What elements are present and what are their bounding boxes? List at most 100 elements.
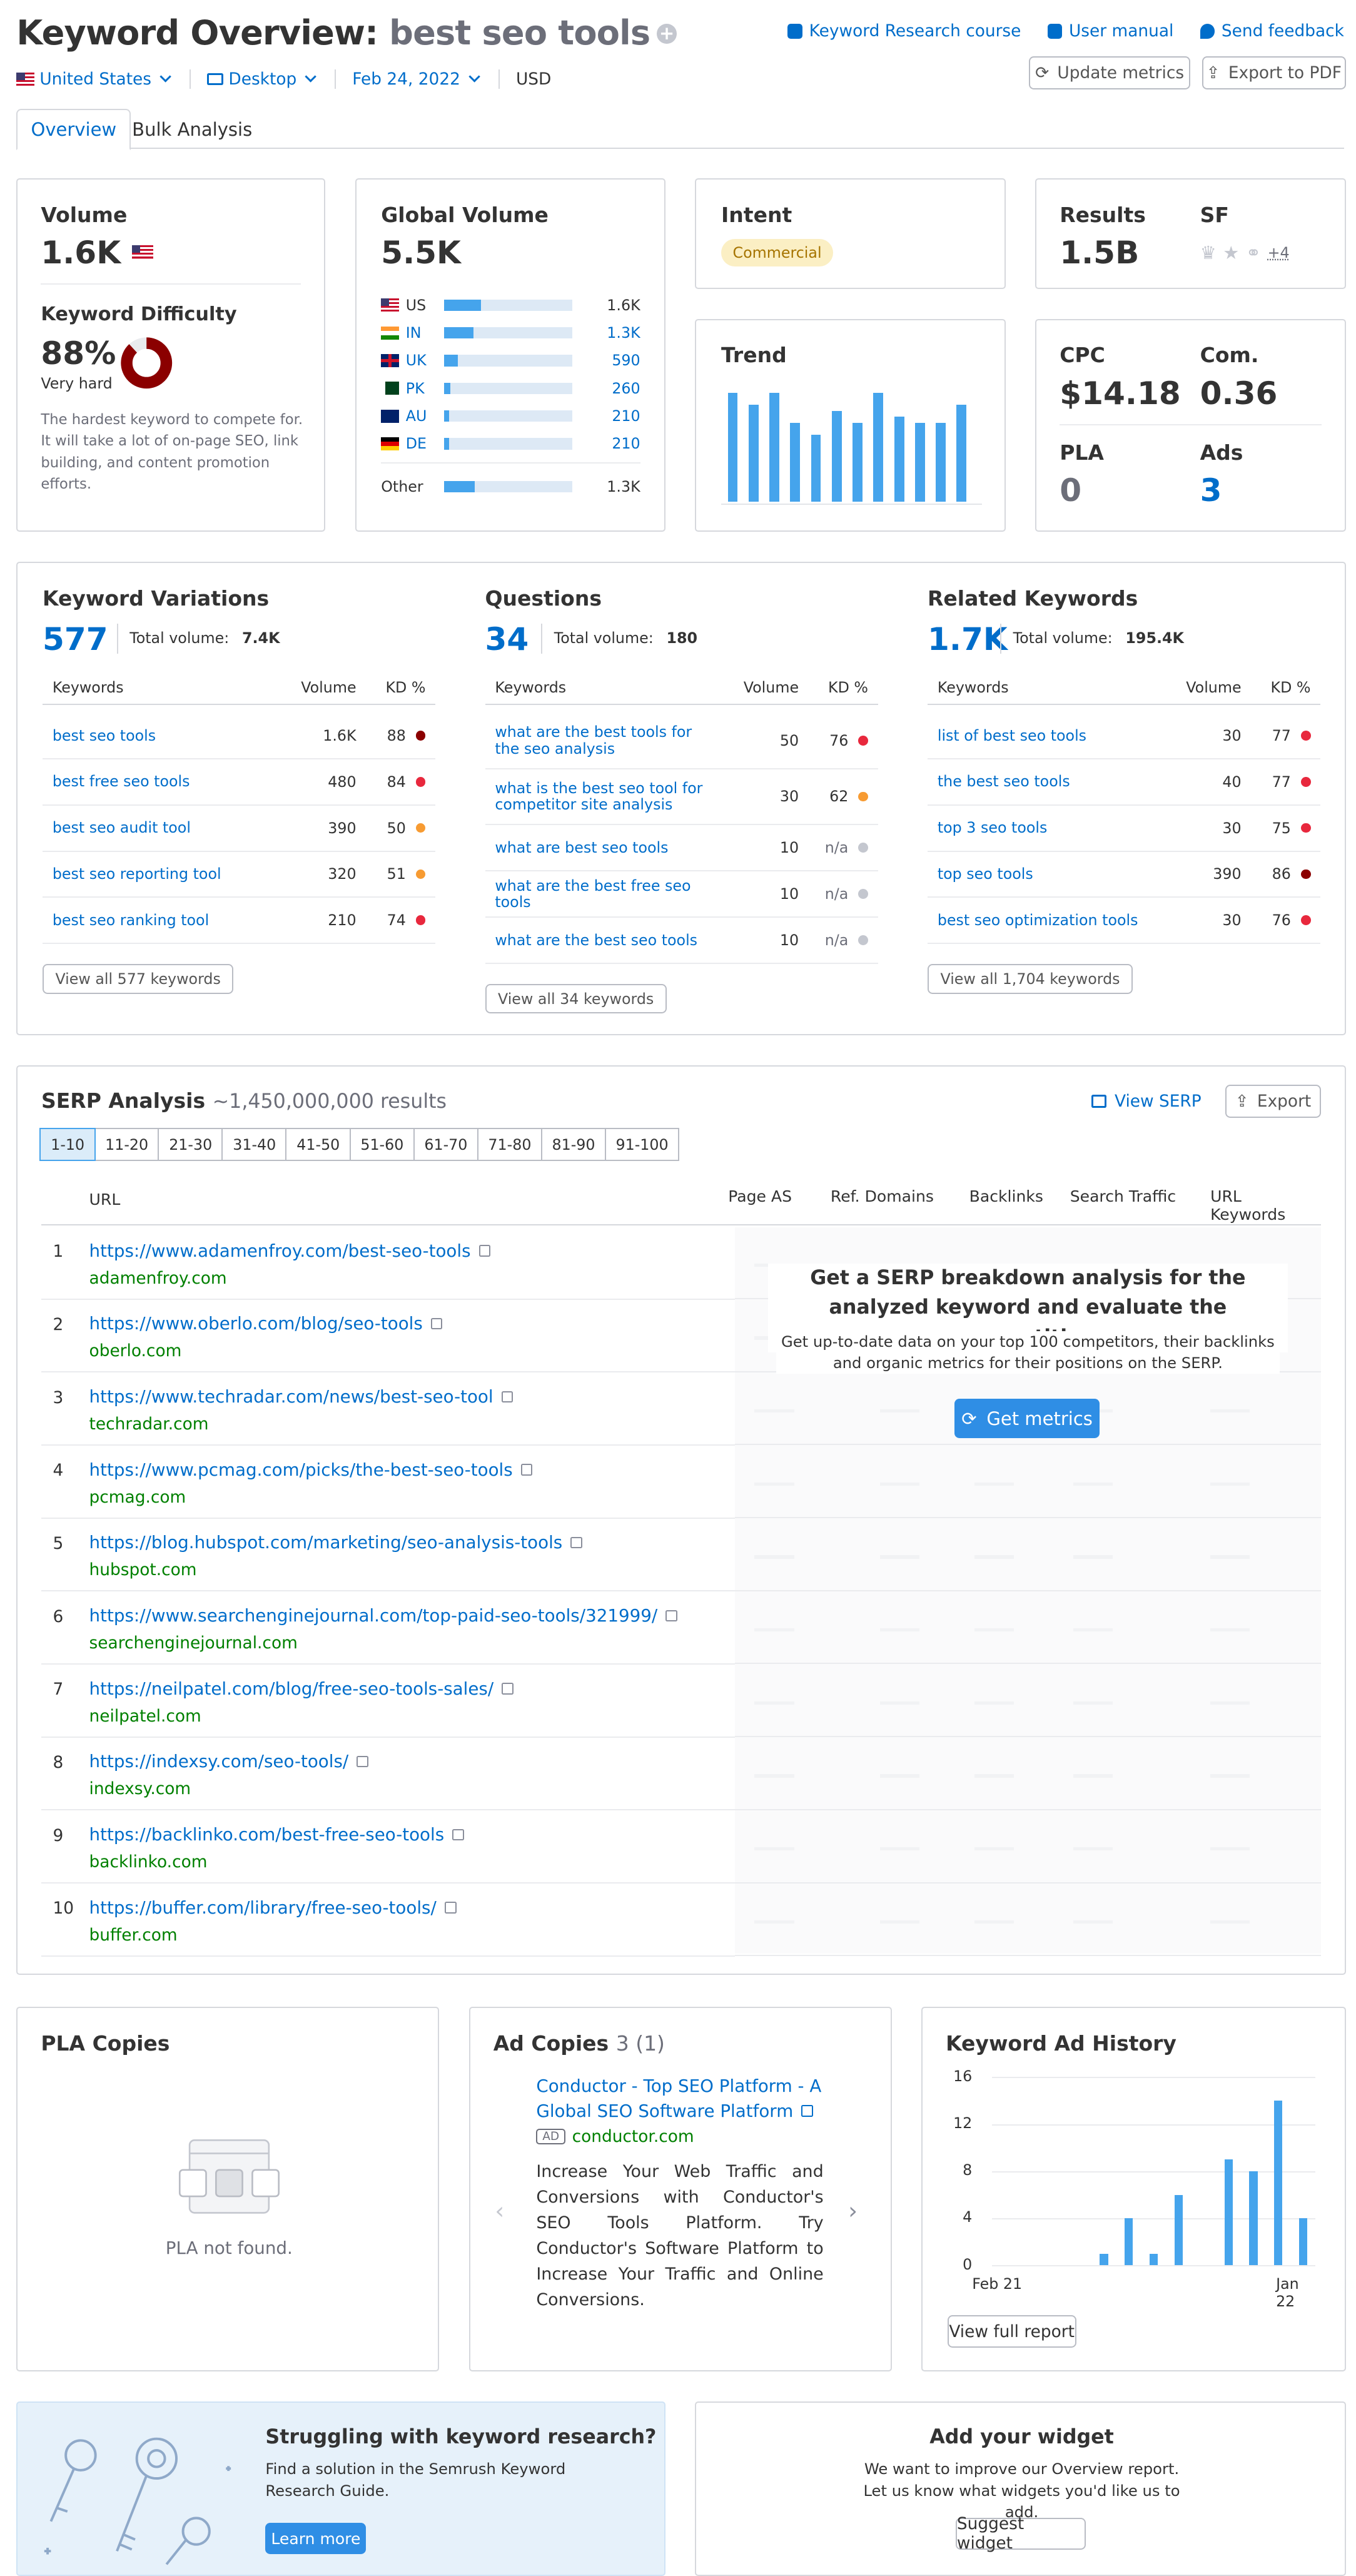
page-1-10[interactable]: 1-10 bbox=[39, 1128, 96, 1161]
tab-overview[interactable]: Overview bbox=[16, 109, 131, 151]
page-41-50[interactable]: 41-50 bbox=[285, 1128, 352, 1161]
ads-value[interactable]: 3 bbox=[1200, 472, 1222, 509]
page-91-100[interactable]: 91-100 bbox=[604, 1128, 680, 1161]
external-link-icon[interactable] bbox=[570, 1536, 582, 1549]
country-code[interactable]: UK bbox=[406, 352, 427, 369]
keyword-link[interactable]: best seo ranking tool bbox=[43, 912, 290, 928]
keyword-link[interactable]: what are the best seo tools bbox=[485, 932, 733, 948]
country-volume[interactable]: 260 bbox=[612, 380, 640, 397]
page-51-60[interactable]: 51-60 bbox=[349, 1128, 415, 1161]
keyword-link[interactable]: best seo optimization tools bbox=[928, 912, 1175, 928]
placeholder-line bbox=[880, 1701, 920, 1705]
variations-count[interactable]: 577 bbox=[43, 621, 108, 657]
serp-url-link[interactable]: https://neilpatel.com/blog/free-seo-tool… bbox=[89, 1678, 514, 1699]
external-link-icon[interactable] bbox=[501, 1391, 514, 1402]
feedback-link[interactable]: Send feedback bbox=[1200, 21, 1344, 41]
keyword-link[interactable]: what are the best free seo tools bbox=[485, 878, 733, 911]
add-keyword-icon[interactable]: + bbox=[656, 23, 677, 44]
country-code[interactable]: AU bbox=[406, 407, 427, 425]
external-link-icon[interactable] bbox=[665, 1610, 677, 1622]
serp-url-link[interactable]: https://www.oberlo.com/blog/seo-tools bbox=[89, 1313, 443, 1334]
difficulty-dot-icon bbox=[1300, 823, 1311, 833]
sf-more[interactable]: +4 bbox=[1268, 244, 1290, 261]
manual-link[interactable]: User manual bbox=[1047, 21, 1173, 41]
external-link-icon[interactable] bbox=[445, 1902, 457, 1914]
ad-text: Increase Your Web Traffic and Conversion… bbox=[536, 2162, 824, 2310]
external-link-icon[interactable] bbox=[357, 1755, 368, 1768]
difficulty-dot-icon bbox=[415, 730, 426, 741]
external-link-icon[interactable] bbox=[452, 1828, 464, 1841]
external-link-icon[interactable] bbox=[520, 1464, 533, 1476]
country-code[interactable]: IN bbox=[406, 324, 422, 342]
share-bar-fill bbox=[443, 327, 473, 339]
suggest-widget-button[interactable]: Suggest widget bbox=[955, 2514, 1086, 2553]
keyword-link[interactable]: best free seo tools bbox=[43, 773, 290, 789]
country-volume[interactable]: 210 bbox=[612, 435, 640, 452]
serp-url-link[interactable]: https://www.searchenginejournal.com/top-… bbox=[89, 1605, 677, 1626]
country-volume[interactable]: 1.3K bbox=[607, 324, 640, 342]
learn-more-button[interactable]: Learn more bbox=[265, 2523, 367, 2555]
page-31-40[interactable]: 31-40 bbox=[221, 1128, 288, 1161]
serp-position: 4 bbox=[53, 1461, 64, 1481]
database-select[interactable]: United States bbox=[16, 69, 191, 89]
course-link[interactable]: Keyword Research course bbox=[787, 21, 1021, 41]
date-select[interactable]: Feb 24, 2022 bbox=[352, 69, 500, 89]
country-code[interactable]: US bbox=[406, 297, 426, 314]
related-view-all-button[interactable]: View all 1,704 keywords bbox=[928, 964, 1133, 994]
country-code[interactable]: DE bbox=[406, 435, 427, 452]
variations-view-all-button[interactable]: View all 577 keywords bbox=[42, 964, 234, 994]
update-metrics-button[interactable]: ⟳ Update metrics bbox=[1028, 56, 1191, 89]
row-divider bbox=[734, 1663, 1321, 1664]
keyword-link[interactable]: what is the best seo tool for competitor… bbox=[485, 780, 733, 813]
keyword-link[interactable]: best seo tools bbox=[43, 727, 290, 744]
keyword-link[interactable]: list of best seo tools bbox=[928, 727, 1175, 744]
serp-url-link[interactable]: https://www.techradar.com/news/best-seo-… bbox=[89, 1386, 514, 1407]
keyword-link[interactable]: top seo tools bbox=[928, 866, 1175, 882]
table-header: Keywords Volume KD % bbox=[42, 671, 436, 705]
serp-url-link[interactable]: https://indexsy.com/seo-tools/ bbox=[89, 1751, 368, 1772]
view-serp-link[interactable]: View SERP bbox=[1091, 1092, 1202, 1111]
export-pdf-button[interactable]: ⇪ Export to PDF bbox=[1202, 56, 1346, 89]
view-full-report-button[interactable]: View full report bbox=[947, 2315, 1076, 2348]
serp-domain: techradar.com bbox=[89, 1414, 209, 1434]
keyword-link[interactable]: the best seo tools bbox=[928, 773, 1175, 789]
external-link-icon[interactable] bbox=[502, 1683, 514, 1695]
tab-bulk-analysis[interactable]: Bulk Analysis bbox=[119, 109, 265, 150]
keyword-link[interactable]: best seo reporting tool bbox=[43, 866, 290, 882]
related-count[interactable]: 1.7K bbox=[928, 621, 1008, 657]
country-code[interactable]: PK bbox=[406, 380, 425, 397]
page-21-30[interactable]: 21-30 bbox=[158, 1128, 224, 1161]
serp-url-link[interactable]: https://backlinko.com/best-free-seo-tool… bbox=[89, 1824, 464, 1845]
device-select[interactable]: Desktop bbox=[207, 69, 336, 89]
country-volume[interactable]: 590 bbox=[612, 352, 640, 369]
country-volume[interactable]: 210 bbox=[612, 407, 640, 425]
serp-url-link[interactable]: https://blog.hubspot.com/marketing/seo-a… bbox=[89, 1532, 582, 1553]
page-81-90[interactable]: 81-90 bbox=[540, 1128, 607, 1161]
share-bar bbox=[443, 355, 573, 367]
serp-url-link[interactable]: https://buffer.com/library/free-seo-tool… bbox=[89, 1897, 457, 1918]
table-row: what is the best seo tool for competitor… bbox=[485, 769, 878, 826]
questions-count[interactable]: 34 bbox=[485, 621, 529, 657]
keyword-link[interactable]: best seo audit tool bbox=[43, 819, 290, 836]
keyword-link[interactable]: what are best seo tools bbox=[485, 839, 733, 856]
page-61-70[interactable]: 61-70 bbox=[413, 1128, 479, 1161]
table-row: best seo audit tool 390 50 bbox=[42, 806, 436, 852]
external-link-icon[interactable] bbox=[430, 1317, 443, 1330]
prev-arrow-icon[interactable]: ‹ bbox=[495, 2198, 504, 2224]
keyword-link[interactable]: top 3 seo tools bbox=[928, 819, 1175, 836]
serp-url-link[interactable]: https://www.pcmag.com/picks/the-best-seo… bbox=[89, 1459, 533, 1480]
page-71-80[interactable]: 71-80 bbox=[477, 1128, 543, 1161]
serp-export-button[interactable]: ⇪ Export bbox=[1225, 1085, 1321, 1118]
page-11-20[interactable]: 11-20 bbox=[94, 1128, 159, 1161]
trend-bar bbox=[831, 410, 842, 502]
keyword-link[interactable]: what are the best tools for the seo anal… bbox=[485, 724, 733, 757]
flag-icon bbox=[381, 409, 400, 423]
ad-title-link[interactable]: Conductor - Top SEO Platform - A Global … bbox=[536, 2074, 830, 2123]
top-links: Keyword Research course User manual Send… bbox=[787, 21, 1344, 41]
questions-view-all-button[interactable]: View all 34 keywords bbox=[485, 983, 667, 1014]
get-metrics-button[interactable]: ⟳ Get metrics bbox=[954, 1399, 1100, 1439]
external-link-icon[interactable] bbox=[478, 1245, 491, 1257]
placeholder-line bbox=[1073, 1701, 1113, 1705]
serp-url-link[interactable]: https://www.adamenfroy.com/best-seo-tool… bbox=[89, 1240, 491, 1261]
next-arrow-icon[interactable]: › bbox=[848, 2198, 858, 2224]
